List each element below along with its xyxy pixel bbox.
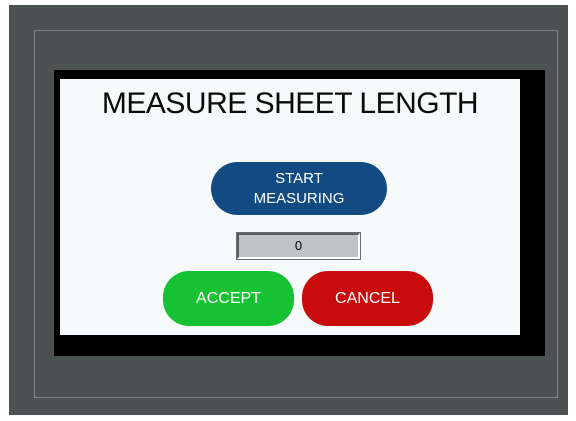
accept-button[interactable]: ACCEPT xyxy=(163,271,294,326)
start-button-label-line2: MEASURING xyxy=(253,189,345,207)
measurement-value-display: 0 xyxy=(237,233,360,259)
start-button-label-line1: START xyxy=(275,169,323,187)
page-title: MEASURE SHEET LENGTH xyxy=(101,87,479,120)
cancel-button[interactable]: CANCEL xyxy=(302,271,433,326)
start-measuring-button[interactable]: START MEASURING xyxy=(211,162,387,215)
touch-screen: MEASURE SHEET LENGTH START MEASURING 0 A… xyxy=(60,79,520,335)
